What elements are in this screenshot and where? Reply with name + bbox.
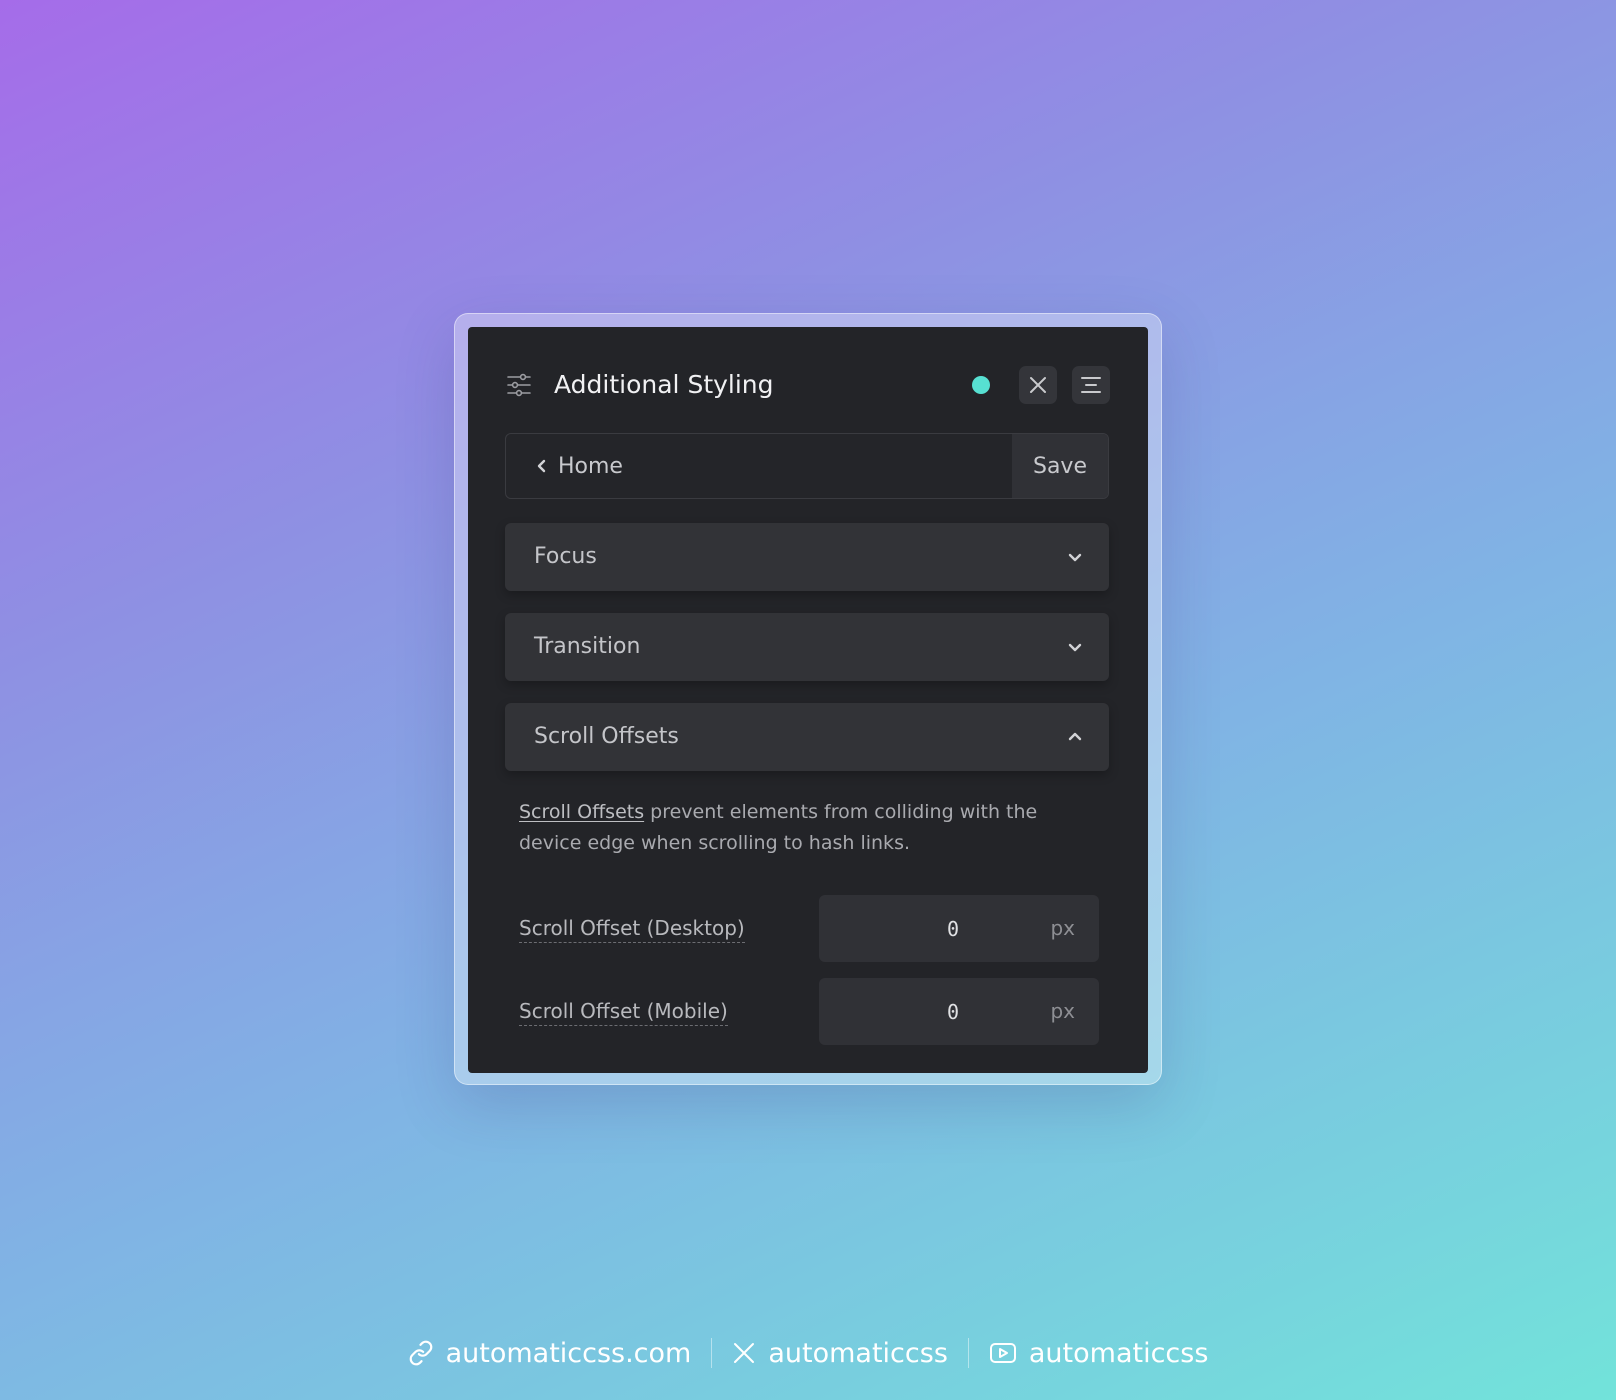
scroll-offsets-doc-link[interactable]: Scroll Offsets [519,801,644,823]
scroll-offset-desktop-field: px [819,895,1099,962]
section-label: Transition [534,634,641,659]
footer: automaticcss.com automaticcss automaticc… [0,1332,1616,1374]
footer-divider [967,1338,969,1368]
section-scroll-offsets[interactable]: Scroll Offsets [505,703,1109,771]
section-label: Focus [534,544,597,569]
nav-bar: Home Save [505,433,1109,499]
footer-website-text: automaticcss.com [445,1337,692,1369]
panel-title: Additional Styling [554,370,774,399]
footer-x-text: automaticcss [768,1337,948,1369]
save-button[interactable]: Save [1012,434,1108,498]
unit-label: px [1050,916,1075,940]
scroll-offset-mobile-input[interactable] [819,978,1039,1045]
close-icon [1030,377,1046,393]
scroll-offset-mobile-field: px [819,978,1099,1045]
close-button[interactable] [1019,366,1057,404]
additional-styling-panel: Additional Styling Home Save Focus Trans… [468,327,1148,1073]
youtube-icon [989,1343,1016,1363]
chevron-down-icon [1068,643,1082,652]
footer-x-link[interactable]: automaticcss [732,1338,948,1369]
status-indicator [972,376,990,394]
section-label: Scroll Offsets [534,724,679,749]
x-logo-icon [734,1343,755,1363]
link-icon [409,1340,432,1366]
scroll-offset-desktop-label: Scroll Offset (Desktop) [519,916,745,943]
footer-website-link[interactable]: automaticcss.com [408,1337,692,1369]
section-transition[interactable]: Transition [505,613,1109,681]
footer-youtube-text: automaticcss [1028,1337,1209,1369]
chevron-left-icon [537,459,546,473]
sliders-icon [507,373,531,397]
unit-label: px [1050,999,1075,1023]
scroll-offsets-description: Scroll Offsets prevent elements from col… [519,797,1079,859]
section-focus[interactable]: Focus [505,523,1109,591]
home-label: Home [558,453,623,479]
menu-button[interactable] [1072,366,1110,404]
home-back-link[interactable]: Home [506,434,1012,498]
menu-icon [1081,377,1101,393]
footer-youtube-link[interactable]: automaticcss [989,1337,1209,1369]
scroll-offset-desktop-input[interactable] [819,895,1039,962]
footer-divider [711,1338,713,1368]
chevron-up-icon [1068,732,1082,741]
chevron-down-icon [1068,553,1082,562]
scroll-offset-mobile-label: Scroll Offset (Mobile) [519,999,728,1026]
